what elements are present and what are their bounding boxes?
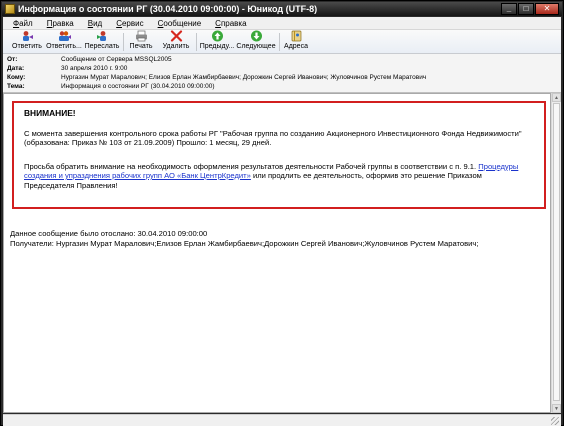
subject-value: Информация о состоянии РГ (30.04.2010 09… <box>61 83 215 90</box>
to-label: Кому: <box>7 74 26 81</box>
minimize-button[interactable]: _ <box>501 2 517 15</box>
sent-line: Данное сообщение было отослано: 30.04.20… <box>10 229 208 238</box>
menu-help[interactable]: Справка <box>205 19 250 28</box>
vertical-scrollbar[interactable]: ▲ ▼ <box>551 93 561 413</box>
email-window: Информация о состоянии РГ (30.04.2010 09… <box>0 0 564 426</box>
scroll-up-icon[interactable]: ▲ <box>552 93 561 102</box>
address-book-icon <box>290 30 303 42</box>
delete-x-icon <box>170 30 183 42</box>
alert-paragraph-1: С момента завершения контрольного срока … <box>24 128 522 148</box>
next-button[interactable]: Следующее <box>236 30 276 53</box>
date-label: Дата: <box>7 65 25 72</box>
to-value: Нургазин Мурат Маралович; Елизов Ерлан Ж… <box>61 74 427 81</box>
forward-icon <box>96 30 109 42</box>
arrow-up-icon <box>211 30 224 42</box>
reply-all-button[interactable]: Ответить... <box>45 30 83 53</box>
arrow-down-icon <box>250 30 263 42</box>
message-header: От: Сообщение от Сервера MSSQL2005 Дата:… <box>3 54 561 93</box>
status-bar <box>3 414 561 426</box>
menu-tools[interactable]: Сервис <box>106 19 147 28</box>
alert-heading: ВНИМАНИЕ! <box>24 108 76 118</box>
alert-paragraph-2: Просьба обратить внимание на необходимос… <box>24 161 519 190</box>
reply-icon <box>21 30 34 42</box>
toolbar-separator <box>279 33 280 51</box>
from-label: От: <box>7 56 18 63</box>
message-footer: Данное сообщение было отослано: 30.04.20… <box>10 229 540 248</box>
alert-box: ВНИМАНИЕ! С момента завершения контрольн… <box>12 101 546 209</box>
toolbar-separator <box>196 33 197 51</box>
maximize-button[interactable]: □ <box>518 2 534 15</box>
menu-message[interactable]: Сообщение <box>148 19 206 28</box>
to-row: Кому: Нургазин Мурат Маралович; Елизов Е… <box>7 73 426 82</box>
close-button[interactable]: ✕ <box>535 2 559 15</box>
printer-icon <box>135 30 148 42</box>
forward-button[interactable]: Переслать <box>85 30 119 53</box>
window-controls: _ □ ✕ <box>500 2 559 16</box>
resize-grip-icon[interactable] <box>551 417 559 425</box>
toolbar: Ответить Ответить... Переслать Печать Уд… <box>3 30 561 54</box>
menu-edit[interactable]: Правка <box>37 19 78 28</box>
print-button[interactable]: Печать <box>127 30 155 53</box>
subject-label: Тема: <box>7 83 25 90</box>
delete-button[interactable]: Удалить <box>161 30 191 53</box>
date-value: 30 апреля 2010 г. 9:00 <box>61 65 128 72</box>
recipients-line: Получатели: Нургазин Мурат Маралович;Ели… <box>10 238 479 248</box>
title-bar: Информация о состоянии РГ (30.04.2010 09… <box>2 2 562 16</box>
menu-view[interactable]: Вид <box>78 19 106 28</box>
subject-row: Тема: Информация о состоянии РГ (30.04.2… <box>7 82 215 91</box>
menu-bar: Файл Правка Вид Сервис Сообщение Справка <box>3 17 561 30</box>
envelope-icon <box>5 4 15 14</box>
window-title: Информация о состоянии РГ (30.04.2010 09… <box>18 4 318 14</box>
reply-button[interactable]: Ответить <box>9 30 45 53</box>
from-value: Сообщение от Сервера MSSQL2005 <box>61 56 172 63</box>
previous-button[interactable]: Предыду... <box>199 30 235 53</box>
scroll-thumb[interactable] <box>553 103 560 401</box>
scroll-down-icon[interactable]: ▼ <box>552 404 561 413</box>
date-row: Дата: 30 апреля 2010 г. 9:00 <box>7 64 127 73</box>
menu-file[interactable]: Файл <box>3 19 37 28</box>
from-row: От: Сообщение от Сервера MSSQL2005 <box>7 55 172 64</box>
addresses-button[interactable]: Адреса <box>283 30 309 53</box>
message-body[interactable]: ВНИМАНИЕ! С момента завершения контрольн… <box>3 93 551 413</box>
reply-all-icon <box>58 30 71 42</box>
toolbar-separator <box>123 33 124 51</box>
